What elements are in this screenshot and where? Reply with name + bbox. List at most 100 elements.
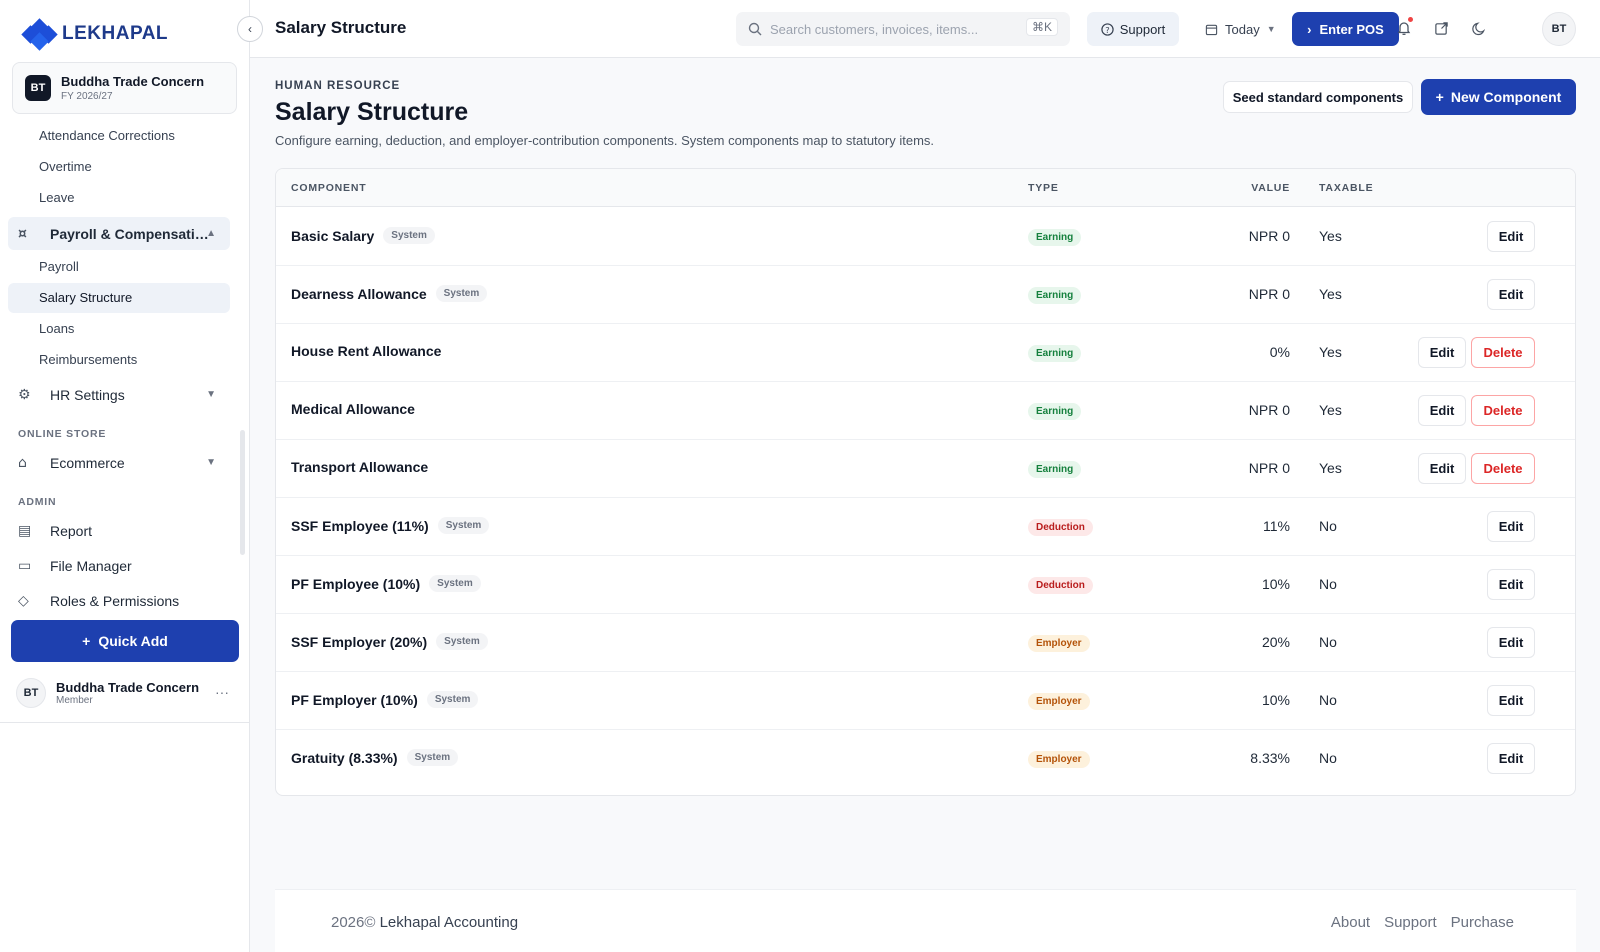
search-input[interactable]: Search customers, invoices, items... ⌘K — [736, 12, 1070, 46]
component-name: PF Employer (10%) — [291, 691, 418, 708]
sidebar-item-loans[interactable]: Loans — [39, 321, 74, 336]
type-badge: Earning — [1028, 345, 1082, 362]
page-description: Configure earning, deduction, and employ… — [275, 133, 935, 148]
edit-button[interactable]: Edit — [1487, 685, 1535, 716]
org-name: Buddha Trade Concern — [61, 74, 205, 89]
footer-link-about[interactable]: About — [1331, 914, 1370, 931]
sidebar-item-leave[interactable]: Leave — [39, 190, 74, 205]
table-row: Dearness Allowance System Earning NPR 0 Yes E… — [276, 265, 1575, 324]
edit-button[interactable]: Edit — [1418, 453, 1466, 484]
component-name-cell: PF Employer (10%) System — [291, 691, 479, 708]
edit-button[interactable]: Edit — [1418, 337, 1466, 368]
type-badge: Employer — [1028, 693, 1090, 710]
topbar-title: Salary Structure — [275, 18, 407, 37]
footer-link-support[interactable]: Support — [1384, 914, 1437, 931]
date-range-select[interactable]: Today ▼ — [1205, 12, 1276, 46]
sidebar-user[interactable]: BT Buddha Trade Concern Member ··· — [16, 678, 241, 708]
organization-switcher[interactable]: BT Buddha Trade Concern FY 2026/27 — [12, 62, 237, 114]
support-label: Support — [1119, 21, 1166, 37]
component-value: NPR 0 — [1248, 286, 1290, 302]
search-icon — [748, 22, 762, 36]
brand-logo[interactable]: LEKHAPAL — [21, 18, 168, 51]
support-button[interactable]: ? Support — [1087, 12, 1179, 46]
sidebar-item-salary-structure[interactable]: Salary Structure — [8, 283, 230, 313]
notifications-button[interactable] — [1393, 17, 1415, 39]
component-name: Dearness Allowance — [291, 285, 427, 302]
taxable-value: Yes — [1319, 286, 1342, 302]
sidebar-group-hr-settings[interactable]: ⚙ HR Settings ▼ — [8, 378, 230, 411]
collapse-sidebar-button[interactable]: ‹ — [237, 16, 263, 42]
type-badge: Employer — [1028, 635, 1090, 652]
component-name: Basic Salary — [291, 227, 375, 244]
seed-standard-components-button[interactable]: Seed standard components — [1223, 81, 1413, 113]
sidebar-item-reimbursements[interactable]: Reimbursements — [39, 352, 137, 367]
edit-button[interactable]: Edit — [1487, 279, 1535, 310]
enter-pos-button[interactable]: › Enter POS — [1292, 12, 1399, 46]
sidebar-item-overtime[interactable]: Overtime — [39, 159, 92, 174]
more-icon[interactable]: ··· — [215, 684, 229, 700]
edit-button[interactable]: Edit — [1487, 511, 1535, 542]
edit-button[interactable]: Edit — [1487, 627, 1535, 658]
search-shortcut: ⌘K — [1025, 18, 1058, 36]
component-name-cell: Basic Salary System — [291, 227, 435, 244]
taxable-value: Yes — [1319, 460, 1342, 476]
header-component: COMPONENT — [291, 182, 367, 194]
sidebar-item-report[interactable]: ▤ Report — [8, 514, 230, 547]
footer: 2026© Lekhapal Accounting About Support … — [275, 889, 1576, 952]
chevron-down-icon: ▼ — [1266, 24, 1276, 34]
header-type: TYPE — [1028, 182, 1059, 194]
table-header: COMPONENT TYPE VALUE TAXABLE — [276, 169, 1575, 207]
chevron-right-icon: › — [1307, 21, 1312, 37]
header-value: VALUE — [1251, 182, 1290, 194]
search-placeholder: Search customers, invoices, items... — [770, 21, 979, 37]
table-row: PF Employer (10%) System Employer 10% No Edit — [276, 671, 1575, 730]
quick-add-label: Quick Add — [98, 633, 168, 649]
type-badge: Earning — [1028, 461, 1082, 478]
footer-link-purchase[interactable]: Purchase — [1451, 914, 1514, 931]
edit-button[interactable]: Edit — [1487, 569, 1535, 600]
type-badge: Deduction — [1028, 577, 1093, 594]
theme-toggle-button[interactable] — [1468, 17, 1490, 39]
edit-button[interactable]: Edit — [1487, 221, 1535, 252]
user-avatar-button[interactable]: BT — [1542, 12, 1576, 46]
edit-button[interactable]: Edit — [1418, 395, 1466, 426]
table-row: SSF Employer (20%) System Employer 20% No Edi… — [276, 613, 1575, 672]
sidebar-scrollbar[interactable] — [240, 430, 245, 555]
sidebar-item-payroll[interactable]: Payroll — [39, 259, 79, 274]
sidebar-item-roles[interactable]: ◇ Roles & Permissions — [8, 584, 230, 610]
quick-add-button[interactable]: + Quick Add — [11, 620, 239, 662]
sidebar-item-file-manager[interactable]: ▭ File Manager — [8, 549, 230, 582]
date-range-label: Today — [1225, 21, 1260, 37]
taxable-value: No — [1319, 518, 1337, 534]
component-name: House Rent Allowance — [291, 343, 442, 359]
table-row: PF Employee (10%) System Deduction 10% No Edi… — [276, 555, 1575, 614]
new-component-label: New Component — [1450, 89, 1562, 105]
sidebar-group-payroll[interactable]: ¤ Payroll & Compensati… ▲ — [8, 217, 230, 250]
chevron-down-icon: ▼ — [206, 389, 216, 400]
new-component-button[interactable]: + New Component — [1421, 79, 1576, 115]
sidebar-item-attendance-corrections[interactable]: Attendance Corrections — [39, 128, 175, 143]
plus-icon: + — [82, 633, 91, 649]
table-row: SSF Employee (11%) System Deduction 11% No Ed… — [276, 497, 1575, 556]
store-icon: ⌂ — [18, 454, 27, 471]
component-name-cell: Dearness Allowance System — [291, 285, 488, 302]
component-value: 10% — [1261, 576, 1290, 592]
type-badge: Earning — [1028, 403, 1082, 420]
section-online-store: ONLINE STORE — [18, 428, 107, 440]
org-fiscal-year: FY 2026/27 — [61, 91, 113, 102]
page-eyebrow: HUMAN RESOURCE — [275, 80, 401, 92]
delete-button[interactable]: Delete — [1471, 337, 1535, 368]
header-taxable: TAXABLE — [1319, 182, 1374, 194]
system-badge: System — [406, 749, 459, 766]
org-avatar: BT — [25, 75, 51, 101]
enter-pos-label: Enter POS — [1319, 21, 1384, 37]
delete-button[interactable]: Delete — [1471, 453, 1535, 484]
table-row: House Rent Allowance Earning 0% Yes Delete Ed… — [276, 323, 1575, 382]
external-link-icon — [1434, 21, 1448, 35]
shield-icon: ◇ — [18, 592, 29, 609]
edit-button[interactable]: Edit — [1487, 743, 1535, 774]
sidebar-group-ecommerce[interactable]: ⌂ Ecommerce ▼ — [8, 446, 230, 479]
svg-text:?: ? — [1105, 24, 1109, 34]
delete-button[interactable]: Delete — [1471, 395, 1535, 426]
open-external-button[interactable] — [1430, 17, 1452, 39]
